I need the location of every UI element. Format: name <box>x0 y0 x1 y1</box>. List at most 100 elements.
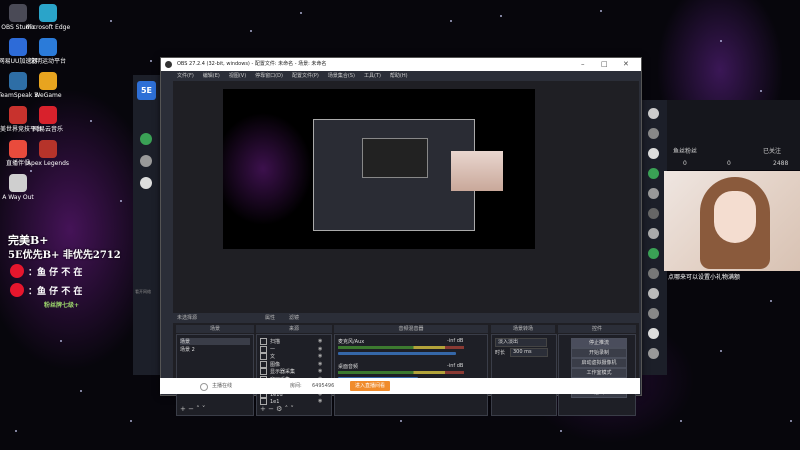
star <box>80 390 82 392</box>
star <box>15 430 17 432</box>
desktop-icon[interactable]: Apex Legends <box>20 140 76 167</box>
star <box>720 350 722 352</box>
volume-meter <box>338 346 464 349</box>
menu-item[interactable]: 编辑(E) <box>203 72 220 81</box>
star <box>600 10 602 12</box>
overlay-rank-detail: 5E优先B+ 非优先2712 <box>8 250 121 261</box>
star <box>500 15 502 17</box>
star <box>120 200 122 202</box>
control-button[interactable]: 开始录制 <box>571 348 627 358</box>
source-label: 显示器采集 <box>270 369 296 375</box>
desktop-icon[interactable]: 文明运动平台 <box>20 38 76 65</box>
source-label: 图像 <box>270 361 281 368</box>
sources-title: 来源 <box>256 325 332 333</box>
menu-item[interactable]: 文件(F) <box>177 72 194 81</box>
anchor-online-label: 主播在线 <box>212 383 233 389</box>
overlay-weibo-1-text: ：鱼 仔 不 在 <box>28 267 83 278</box>
desktop-icon[interactable]: Microsoft Edge <box>20 4 76 31</box>
obs-logo-icon <box>165 61 172 68</box>
star <box>250 30 252 32</box>
client-nav-icon[interactable] <box>648 188 659 199</box>
client-nav-icon[interactable] <box>648 228 659 239</box>
client-nav-icon[interactable] <box>648 208 659 219</box>
client-nav-icon[interactable] <box>648 288 659 299</box>
minimize-icon[interactable]: – <box>581 58 585 71</box>
source-toolbar: 未选择源 属性 滤镜 <box>173 313 639 323</box>
source-label: 文 <box>270 354 276 360</box>
source-item[interactable]: 显示器采集 ◉ <box>260 368 322 375</box>
visibility-icon[interactable]: ◉ <box>318 346 322 352</box>
client-nav-icon[interactable] <box>648 308 659 319</box>
client-nav-icon[interactable] <box>648 128 659 139</box>
star <box>30 170 32 172</box>
client-nav-icon[interactable] <box>648 168 659 179</box>
window-title: OBS 27.2.4 (32-bit, windows) - 配置文件: 未命名… <box>177 61 327 67</box>
desktop-icon-label: Microsoft Edge <box>25 24 71 31</box>
menu-item[interactable]: 场景集合(S) <box>328 72 355 81</box>
client-nav-icon[interactable] <box>648 348 659 359</box>
avatar[interactable] <box>140 133 152 145</box>
client-nav-icon[interactable] <box>648 268 659 279</box>
maximize-icon[interactable]: □ <box>601 58 608 71</box>
client-nav-icon[interactable] <box>648 148 659 159</box>
source-item[interactable]: 1e1 ◉ <box>260 398 322 405</box>
desktop-icon[interactable]: 网易云音乐 <box>20 106 76 133</box>
scene-toolbar[interactable]: + − ˄ ˅ <box>180 405 205 413</box>
source-item[interactable]: 扫描 ◉ <box>260 338 322 345</box>
source-type-icon <box>260 360 267 368</box>
star <box>150 60 152 62</box>
controls-panel: 停止推流开始录制启动虚拟摄像机工作室模式设置退出 <box>558 334 636 416</box>
control-button[interactable]: 启动虚拟摄像机 <box>571 358 627 368</box>
desktop-icon[interactable]: WeGame <box>20 72 76 99</box>
preview-canvas[interactable] <box>223 89 535 249</box>
desktop-icon[interactable]: A Way Out <box>0 174 46 201</box>
control-button[interactable]: 停止推流 <box>571 338 627 348</box>
transition-select[interactable]: 淡入淡出 <box>495 338 547 347</box>
menu-item[interactable]: 帮助(H) <box>390 72 408 81</box>
obs-window: OBS 27.2.4 (32-bit, windows) - 配置文件: 未命名… <box>160 57 642 416</box>
visibility-icon[interactable]: ◉ <box>318 338 322 344</box>
source-item[interactable]: 一 ◉ <box>260 345 322 353</box>
menu-item[interactable]: 视图(V) <box>229 72 246 81</box>
source-item[interactable]: 文 ◉ <box>260 353 322 360</box>
client-nav-icon[interactable] <box>648 328 659 339</box>
filters-button[interactable]: 滤镜 <box>289 313 299 323</box>
client-logo[interactable]: 5E <box>137 81 156 100</box>
avatar[interactable] <box>140 155 152 167</box>
overlay-weibo-2: ：鱼 仔 不 在 <box>10 283 82 297</box>
follow-status[interactable]: 已关注 <box>763 146 781 155</box>
scenes-panel: 场景 场景 2 + − ˄ ˅ <box>176 334 254 416</box>
menu-item[interactable]: 停靠窗口(D) <box>255 72 283 81</box>
star <box>300 12 302 14</box>
menu-item[interactable]: 配置文件(P) <box>292 72 319 81</box>
toggle-icon[interactable] <box>200 383 208 391</box>
visibility-icon[interactable]: ◉ <box>318 353 322 359</box>
volume-fader[interactable] <box>338 352 456 355</box>
avatar[interactable] <box>140 177 152 189</box>
visibility-icon[interactable]: ◉ <box>318 398 322 404</box>
source-item[interactable]: 图像 ◉ <box>260 360 322 368</box>
overlay-fan-text: 粉丝牌七级+ <box>44 302 80 309</box>
visibility-icon[interactable]: ◉ <box>318 368 322 374</box>
obs-titlebar: OBS 27.2.4 (32-bit, windows) - 配置文件: 未命名… <box>161 58 641 71</box>
preview-webcam <box>451 151 503 191</box>
enter-room-button[interactable]: 进入直播间看 <box>350 381 390 391</box>
volume-meter <box>338 371 464 374</box>
sources-panel: 扫描◉一◉文◉图像◉显示器采集◉窗口采集◉游戏源◉1e1d◉1e1◉+ − ⚙ … <box>256 334 332 416</box>
client-nav-icon[interactable] <box>648 248 659 259</box>
app-icon <box>39 38 57 56</box>
source-toolbar-buttons[interactable]: + − ⚙ ˄ ˅ <box>260 405 294 413</box>
webcam-caption: 点哪来可以设置小礼物满额 <box>668 274 741 281</box>
properties-button[interactable]: 属性 <box>265 313 275 323</box>
control-button[interactable]: 工作室模式 <box>571 368 627 378</box>
close-icon[interactable]: ✕ <box>623 58 629 71</box>
visibility-icon[interactable]: ◉ <box>318 361 322 367</box>
duration-input[interactable]: 300 ms <box>510 348 548 357</box>
room-label: 房间: <box>290 383 302 389</box>
scene-item[interactable]: 场景 2 <box>180 346 250 353</box>
client-nav-icon[interactable] <box>648 108 659 119</box>
count-right: 2488 <box>773 160 789 167</box>
scene-item[interactable]: 场景 <box>180 338 250 345</box>
menu-item[interactable]: 工具(T) <box>364 72 381 81</box>
star <box>560 430 562 432</box>
